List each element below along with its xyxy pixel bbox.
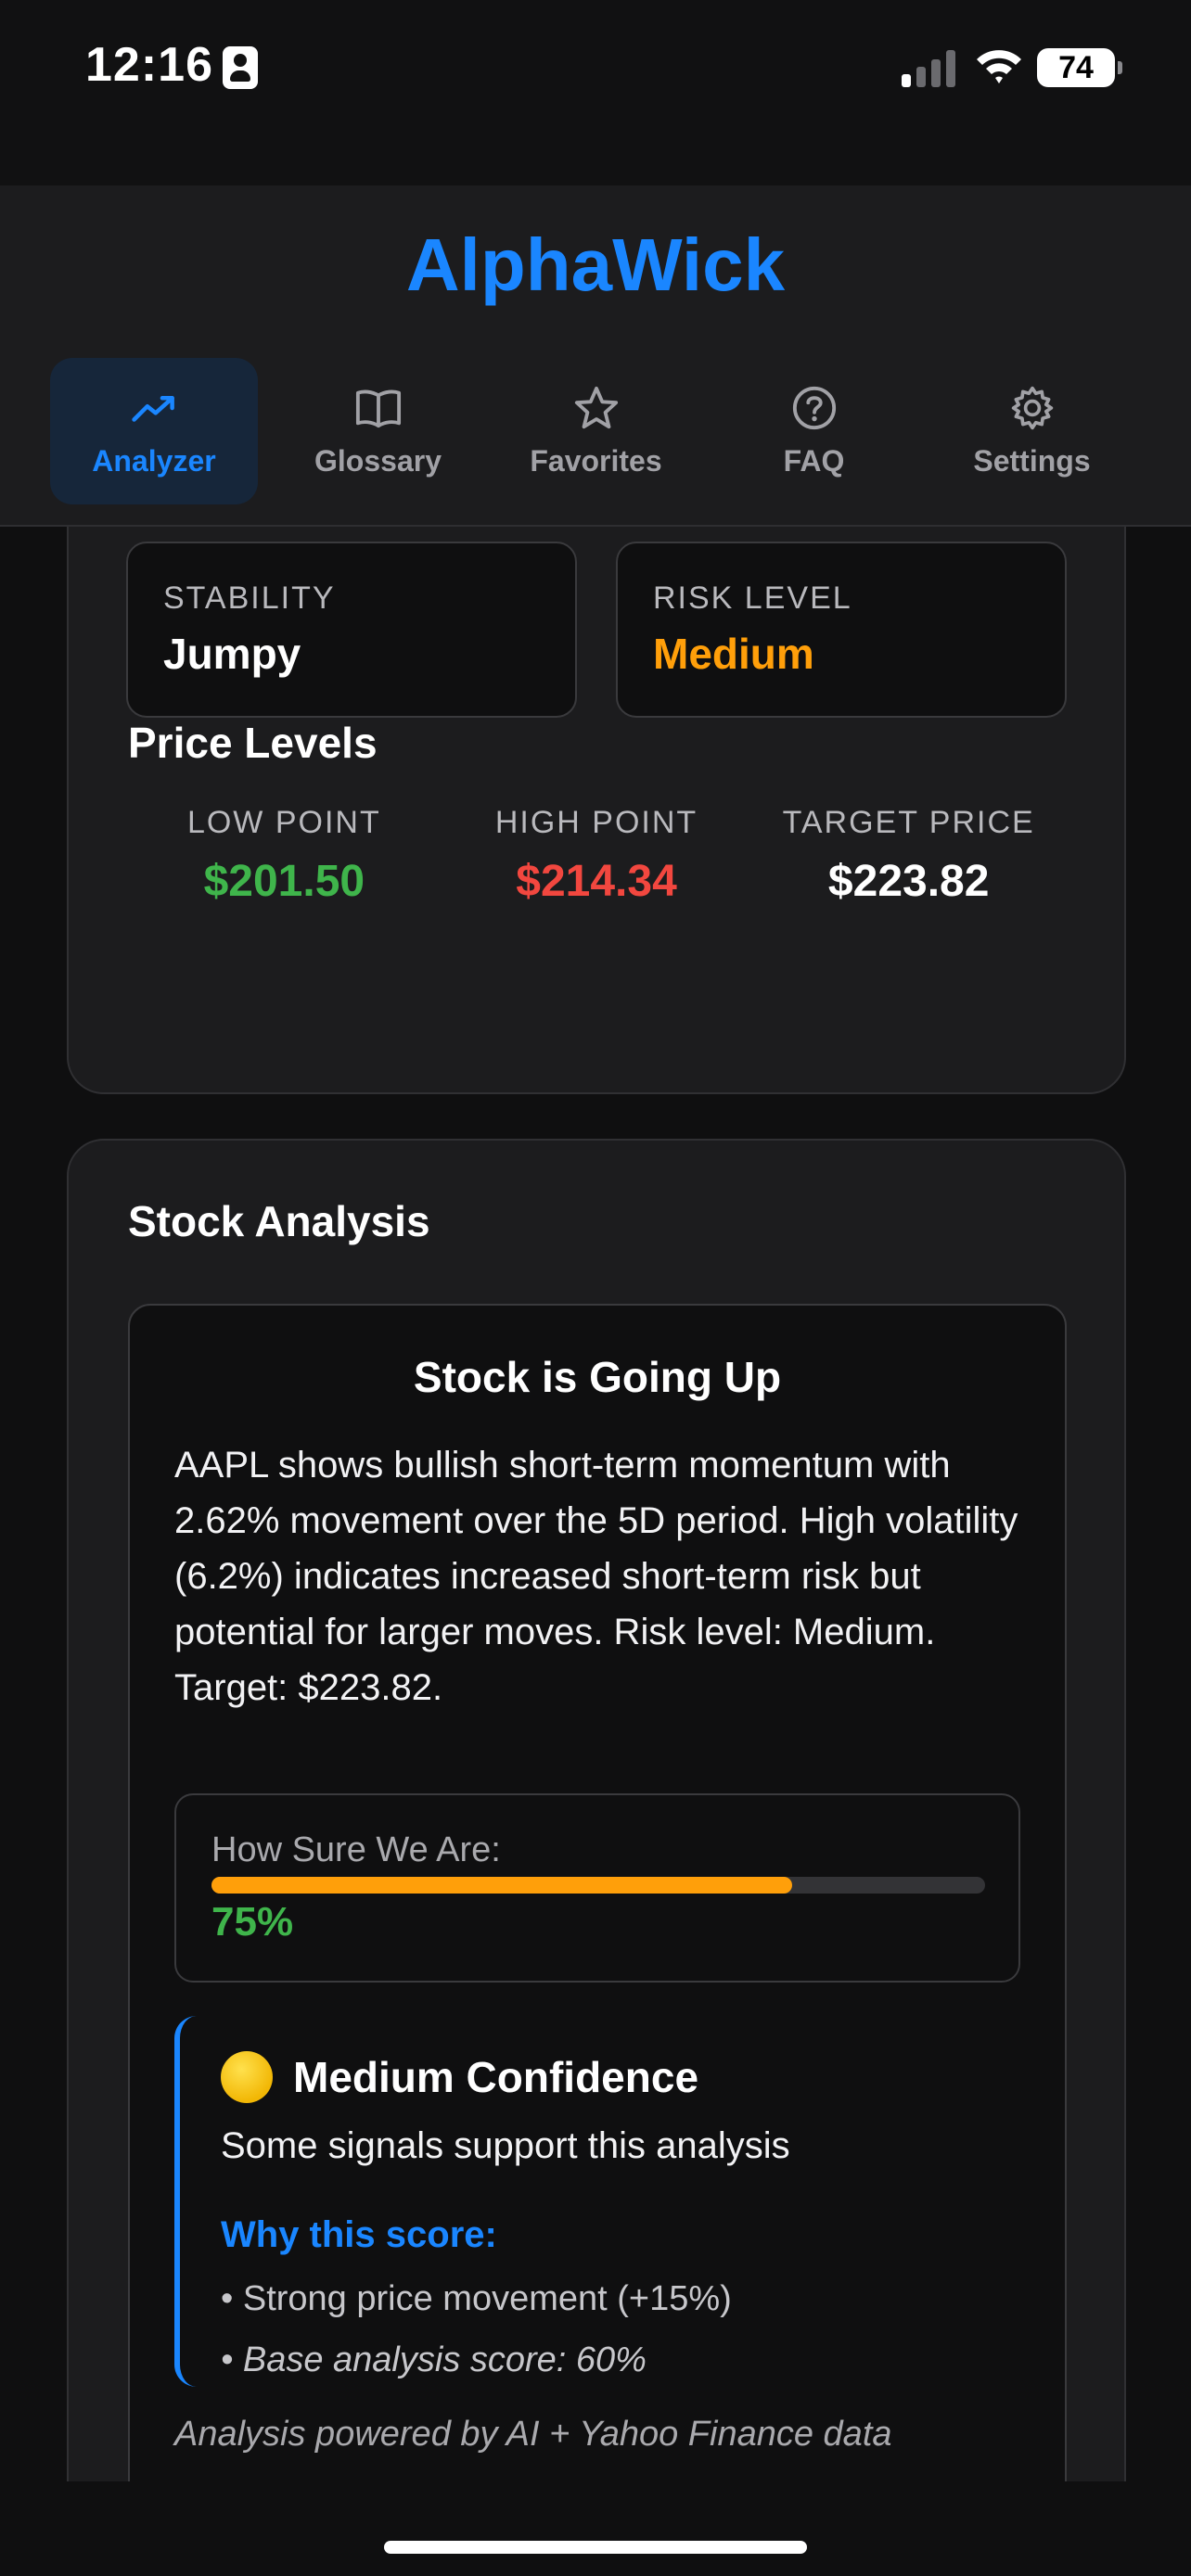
analysis-headline: Stock is Going Up: [413, 1353, 782, 1401]
tab-bar: Analyzer Glossary Favorites FAQ Settings: [50, 358, 1141, 504]
app-title: AlphaWick: [405, 223, 786, 306]
metrics-card: STABILITY Jumpy RISK LEVEL Medium Price …: [67, 527, 1126, 1094]
tab-analyzer[interactable]: Analyzer: [50, 358, 258, 504]
risk-level-label: RISK LEVEL: [653, 580, 852, 616]
high-point: HIGH POINT $214.34: [441, 805, 753, 907]
confidence-value: 75%: [211, 1899, 294, 1945]
tab-label: Settings: [973, 443, 1091, 478]
reason-item: • Strong price movement (+15%): [221, 2279, 732, 2318]
high-point-label: HIGH POINT: [494, 805, 698, 840]
confidence-bar-fill: [211, 1877, 792, 1894]
low-point-label: LOW POINT: [186, 805, 381, 840]
risk-level-value: Medium: [653, 630, 814, 678]
target-price-value: $223.82: [827, 857, 990, 906]
confidence-title: Medium Confidence: [293, 2053, 699, 2101]
question-circle-icon: [791, 385, 838, 431]
scroll-content[interactable]: STABILITY Jumpy RISK LEVEL Medium Price …: [0, 527, 1191, 2481]
confidence-explanation: Medium Confidence Some signals support t…: [174, 2016, 1022, 2387]
wifi-icon: [977, 50, 1021, 83]
tab-settings[interactable]: Settings: [923, 358, 1141, 504]
trend-up-icon: [131, 385, 177, 431]
confidence-label: How Sure We Are:: [211, 1830, 501, 1869]
price-levels-title: Price Levels: [128, 719, 378, 767]
confidence-meter: How Sure We Are: 75%: [174, 1793, 1020, 1983]
confidence-bar-track: [211, 1877, 985, 1894]
analysis-box: Stock is Going Up AAPL shows bullish sho…: [128, 1304, 1067, 2481]
cellular-signal-icon: [902, 48, 957, 87]
low-point: LOW POINT $201.50: [128, 805, 441, 907]
battery-level: 74: [1058, 49, 1094, 85]
stability-label: STABILITY: [163, 580, 336, 616]
stability-box: STABILITY Jumpy: [126, 542, 577, 718]
stock-analysis-title: Stock Analysis: [128, 1197, 430, 1245]
risk-level-box: RISK LEVEL Medium: [616, 542, 1067, 718]
person-badge-icon: [223, 46, 258, 89]
powered-by-note: Analysis powered by AI + Yahoo Finance d…: [174, 2415, 892, 2454]
stock-analysis-card: Stock Analysis Stock is Going Up AAPL sh…: [67, 1139, 1126, 2481]
tab-glossary[interactable]: Glossary: [269, 358, 487, 504]
status-time: 12:16: [85, 38, 213, 92]
status-bar: 12:16 74: [0, 0, 1191, 185]
tab-label: Glossary: [314, 443, 442, 478]
analysis-summary: AAPL shows bullish short-term momentum w…: [174, 1445, 1018, 1708]
confidence-heading: Medium Confidence: [221, 2051, 698, 2103]
home-indicator: [384, 2541, 807, 2554]
battery-icon: 74: [1037, 48, 1122, 87]
yellow-circle-icon: [221, 2051, 273, 2103]
tab-label: FAQ: [783, 443, 845, 478]
price-levels: LOW POINT $201.50 HIGH POINT $214.34 TAR…: [128, 805, 1065, 907]
tab-label: Favorites: [530, 443, 662, 478]
target-price: TARGET PRICE $223.82: [752, 805, 1065, 907]
star-icon: [573, 385, 620, 431]
tab-label: Analyzer: [92, 443, 216, 478]
low-point-value: $201.50: [203, 857, 365, 906]
high-point-value: $214.34: [516, 857, 677, 906]
reason-item: • Base analysis score: 60%: [221, 2340, 647, 2379]
gear-icon: [1009, 385, 1056, 431]
target-price-label: TARGET PRICE: [782, 805, 1035, 840]
book-icon: [355, 385, 402, 431]
tab-faq[interactable]: FAQ: [705, 358, 923, 504]
app-header: AlphaWick Analyzer Glossary Favorites FA…: [0, 185, 1191, 527]
confidence-subtitle: Some signals support this analysis: [221, 2125, 790, 2166]
why-score-title: Why this score:: [221, 2214, 497, 2255]
tab-favorites[interactable]: Favorites: [487, 358, 705, 504]
stability-value: Jumpy: [163, 630, 301, 678]
